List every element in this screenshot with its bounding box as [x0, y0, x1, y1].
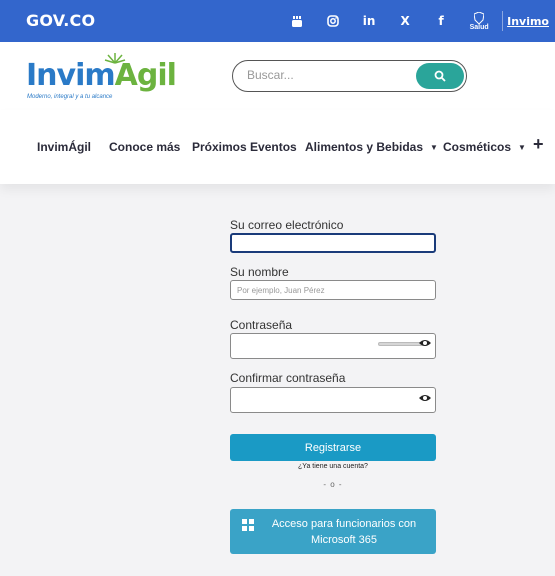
gov-top-bar: GOV.CO in X f Salud Invimo — [0, 0, 555, 42]
confirm-password-label: Confirmar contraseña — [230, 371, 346, 385]
x-icon[interactable]: X — [390, 0, 420, 42]
nav-item-conoce-mas[interactable]: Conoce más — [109, 140, 180, 154]
logo-part1: Invim — [26, 58, 116, 93]
nav-label: Conoce más — [109, 140, 181, 154]
nav-label: InvimÁgil — [37, 140, 92, 154]
search-input[interactable] — [247, 68, 407, 82]
nav-label: Alimentos y Bebidas — [305, 140, 424, 154]
microsoft-365-login-button[interactable]: Acceso para funcionarios con Microsoft 3… — [230, 509, 436, 554]
confirm-password-field[interactable] — [230, 387, 436, 413]
nav-label: Próximos Eventos — [192, 140, 297, 154]
microsoft-button-label: Acceso para funcionarios con Microsoft 3… — [271, 517, 417, 546]
youtube-icon[interactable] — [282, 0, 312, 42]
invima-logo[interactable]: Invimo — [507, 15, 549, 28]
main-nav: InvimÁgil Conoce más Próximos Eventos Al… — [0, 110, 555, 184]
or-divider: - o - — [323, 480, 343, 489]
chevron-down-icon: ▼ — [518, 143, 526, 152]
salud-label: Salud — [469, 23, 489, 31]
logo-wordmark: InvimAgil — [26, 58, 177, 93]
divider — [502, 11, 504, 31]
register-button[interactable]: Registrarse — [230, 434, 436, 461]
instagram-icon[interactable] — [318, 0, 348, 42]
eye-icon[interactable] — [418, 338, 432, 348]
gov-co-logo[interactable]: GOV.CO — [26, 11, 95, 30]
password-label: Contraseña — [230, 318, 293, 332]
search-icon — [434, 70, 446, 82]
email-field[interactable] — [230, 233, 436, 253]
nav-item-invimagil[interactable]: InvimÁgil — [37, 140, 91, 154]
nav-item-proximos-eventos[interactable]: Próximos Eventos — [192, 140, 297, 154]
nav-item-alimentos-bebidas[interactable]: Alimentos y Bebidas ▼ — [305, 140, 438, 154]
name-field[interactable] — [230, 280, 436, 300]
nav-item-cosmeticos[interactable]: Cosméticos ▼ — [443, 140, 526, 154]
name-label: Su nombre — [230, 265, 289, 279]
nav-label: Cosméticos — [443, 140, 512, 154]
search-button[interactable] — [416, 63, 464, 89]
site-header: InvimAgil Moderno, integral y a tu alcan… — [0, 42, 555, 110]
password-field[interactable] — [230, 333, 436, 359]
social-icons: in X f Salud Invimo — [282, 0, 555, 42]
facebook-icon[interactable]: f — [426, 0, 456, 42]
email-label: Su correo electrónico — [230, 218, 344, 232]
invimagil-logo[interactable]: InvimAgil Moderno, integral y a tu alcan… — [26, 53, 177, 103]
eye-icon[interactable] — [418, 393, 432, 403]
search-box — [232, 60, 467, 92]
sunburst-icon — [104, 53, 126, 64]
shield-icon — [474, 11, 485, 24]
linkedin-icon[interactable]: in — [354, 0, 384, 42]
more-menu-button[interactable]: + — [533, 134, 544, 155]
salud-logo[interactable]: Salud — [462, 0, 496, 42]
have-account-link[interactable]: ¿Ya tiene una cuenta? — [230, 463, 436, 470]
windows-icon — [242, 518, 254, 531]
chevron-down-icon: ▼ — [430, 143, 438, 152]
logo-tagline: Moderno, integral y a tu alcance — [27, 94, 113, 100]
